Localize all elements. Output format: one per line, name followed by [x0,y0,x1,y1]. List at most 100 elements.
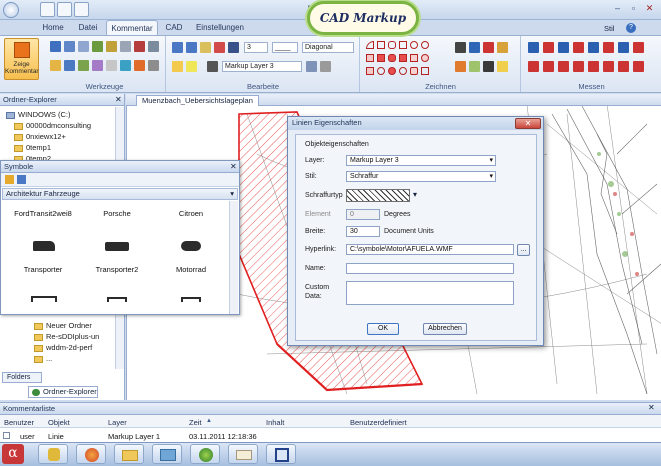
tree-item[interactable]: 00000dmconsulting [14,121,91,130]
name-input[interactable] [346,263,514,274]
tab-datei[interactable]: Datei [72,20,104,36]
taskbar-help-icon[interactable] [38,444,68,464]
measure-calib8-icon[interactable] [633,61,644,72]
save-markup-icon[interactable] [64,41,75,52]
measure-length-icon[interactable] [528,42,539,53]
marker-tool-icon[interactable] [497,61,508,72]
measure-radius-icon[interactable] [588,42,599,53]
measure-total-icon[interactable] [633,42,644,53]
measure-calib4-icon[interactable] [573,61,584,72]
folders-tab[interactable]: Folders [2,372,42,383]
bus-icon[interactable] [31,296,57,302]
column-header[interactable]: Benutzerdefiniert [350,418,407,427]
van-icon[interactable] [181,297,201,302]
line-style-select[interactable]: Diagonal [302,42,354,53]
symbol-add-icon[interactable] [5,175,14,184]
settings-tool-icon[interactable] [148,41,159,52]
layer-props-icon[interactable] [306,61,317,72]
pen-tool-icon[interactable] [207,61,218,72]
column-header[interactable]: Objekt [48,418,70,427]
shape-circle-icon[interactable] [377,67,385,75]
fill-color-icon[interactable] [214,42,225,53]
measure-count-icon[interactable] [618,42,629,53]
symbol-settings-icon[interactable] [17,175,26,184]
line-tool-icon[interactable] [228,42,239,53]
measure-calib2-icon[interactable] [543,61,554,72]
markup-tool-icon[interactable] [50,41,61,52]
dimension-tool-icon[interactable] [483,42,494,53]
cancel-button[interactable]: Abbrechen [423,323,467,335]
chevron-down-icon[interactable]: ▾ [413,190,417,199]
shape-cloud2-icon[interactable] [410,67,418,75]
brush-tool-icon[interactable] [455,61,466,72]
shape-ellipse-icon[interactable] [421,41,429,49]
taskbar-ie-icon[interactable] [190,444,220,464]
redo-icon[interactable] [186,42,197,53]
symbol-tool-icon[interactable] [78,60,89,71]
shape-roundrect-icon[interactable] [388,41,396,49]
tree-item[interactable]: wddm-2d-perf [34,343,92,352]
custom-data-textarea[interactable] [346,281,514,305]
line-width-select[interactable]: 3 [244,42,268,53]
zeige-kommentar-button[interactable]: Zeige Kommentar [4,38,39,80]
symbol-item[interactable]: Transporter2 [81,265,153,274]
row-checkbox-icon[interactable] [3,432,10,439]
tree-item[interactable]: 0temp1 [14,143,51,152]
dialog-close-icon[interactable]: ✕ [515,118,541,129]
close-icon[interactable]: ✕ [642,2,657,15]
taskbar-app-icon[interactable] [152,444,182,464]
panel-close-icon[interactable]: ✕ [115,95,122,104]
symbol-item[interactable]: Motorrad [155,265,227,274]
tree-item[interactable]: Re-sDDIplus-un [34,332,99,341]
shape-polygon-icon[interactable] [399,41,407,49]
shape-arc-icon[interactable] [366,41,374,49]
motorrad-icon[interactable] [181,241,201,251]
help-icon[interactable]: ? [626,23,636,33]
arrow-tool-icon[interactable] [469,42,480,53]
measure-area-icon[interactable] [603,42,614,53]
symbol-item[interactable]: Transporter [7,265,79,274]
list-tool-icon[interactable] [148,60,159,71]
hyperlink-input[interactable]: C:\symbole\Motor\AFUELA.WMF [346,244,514,255]
shape-fill-rect-icon[interactable] [377,54,385,62]
taskbar-rxhighlight-icon[interactable] [266,444,296,464]
tree-drive[interactable]: WINDOWS (C:) [6,110,71,119]
line-pattern-select[interactable]: ____ [272,42,298,53]
measure-calib6-icon[interactable] [603,61,614,72]
element-input[interactable]: 0 [346,209,380,220]
tab-kommentar[interactable]: Kommentar [106,20,158,36]
select-tool-icon[interactable] [172,61,183,72]
shape-oval-icon[interactable] [399,67,407,75]
minimize-icon[interactable]: – [610,2,625,15]
highlight-tool-icon[interactable] [186,61,197,72]
layer-tool-icon[interactable] [120,41,131,52]
tree-item[interactable]: 0nxiewx12+ [14,132,66,141]
shape-cloud-icon[interactable] [410,41,418,49]
tree-item[interactable]: ... [34,354,52,363]
measure-calib3-icon[interactable] [558,61,569,72]
shape-fill-poly-icon[interactable] [399,54,407,62]
eraser-tool-icon[interactable] [469,61,480,72]
shape-rect-icon[interactable] [377,41,385,49]
symbol-item[interactable]: Porsche [81,209,153,218]
taskbar-explorer-icon[interactable] [114,444,144,464]
shape-circle-fill-icon[interactable] [388,67,396,75]
shape-fill-round-icon[interactable] [388,54,396,62]
symbole-close-icon[interactable]: ✕ [230,162,237,171]
attach-tool-icon[interactable] [106,60,117,71]
transporter-icon[interactable] [33,241,55,251]
color-tool-icon[interactable] [134,60,145,71]
browse-button[interactable]: ... [517,244,530,256]
shape-fill-cloud-icon[interactable] [410,54,418,62]
table-row[interactable] [0,430,661,441]
measure-calib5-icon[interactable] [588,61,599,72]
stamp-tool-icon[interactable] [134,41,145,52]
symbol-item[interactable]: FordTransit2wei8 [7,209,79,218]
column-header[interactable]: Inhalt [266,418,284,427]
start-logo-icon[interactable]: α [2,444,24,464]
link-tool-icon[interactable] [120,60,131,71]
print-markup-icon[interactable] [78,41,89,52]
note-tool-icon[interactable] [50,60,61,71]
style-menu[interactable]: Stil [604,24,614,33]
breite-input[interactable]: 30 [346,226,380,237]
